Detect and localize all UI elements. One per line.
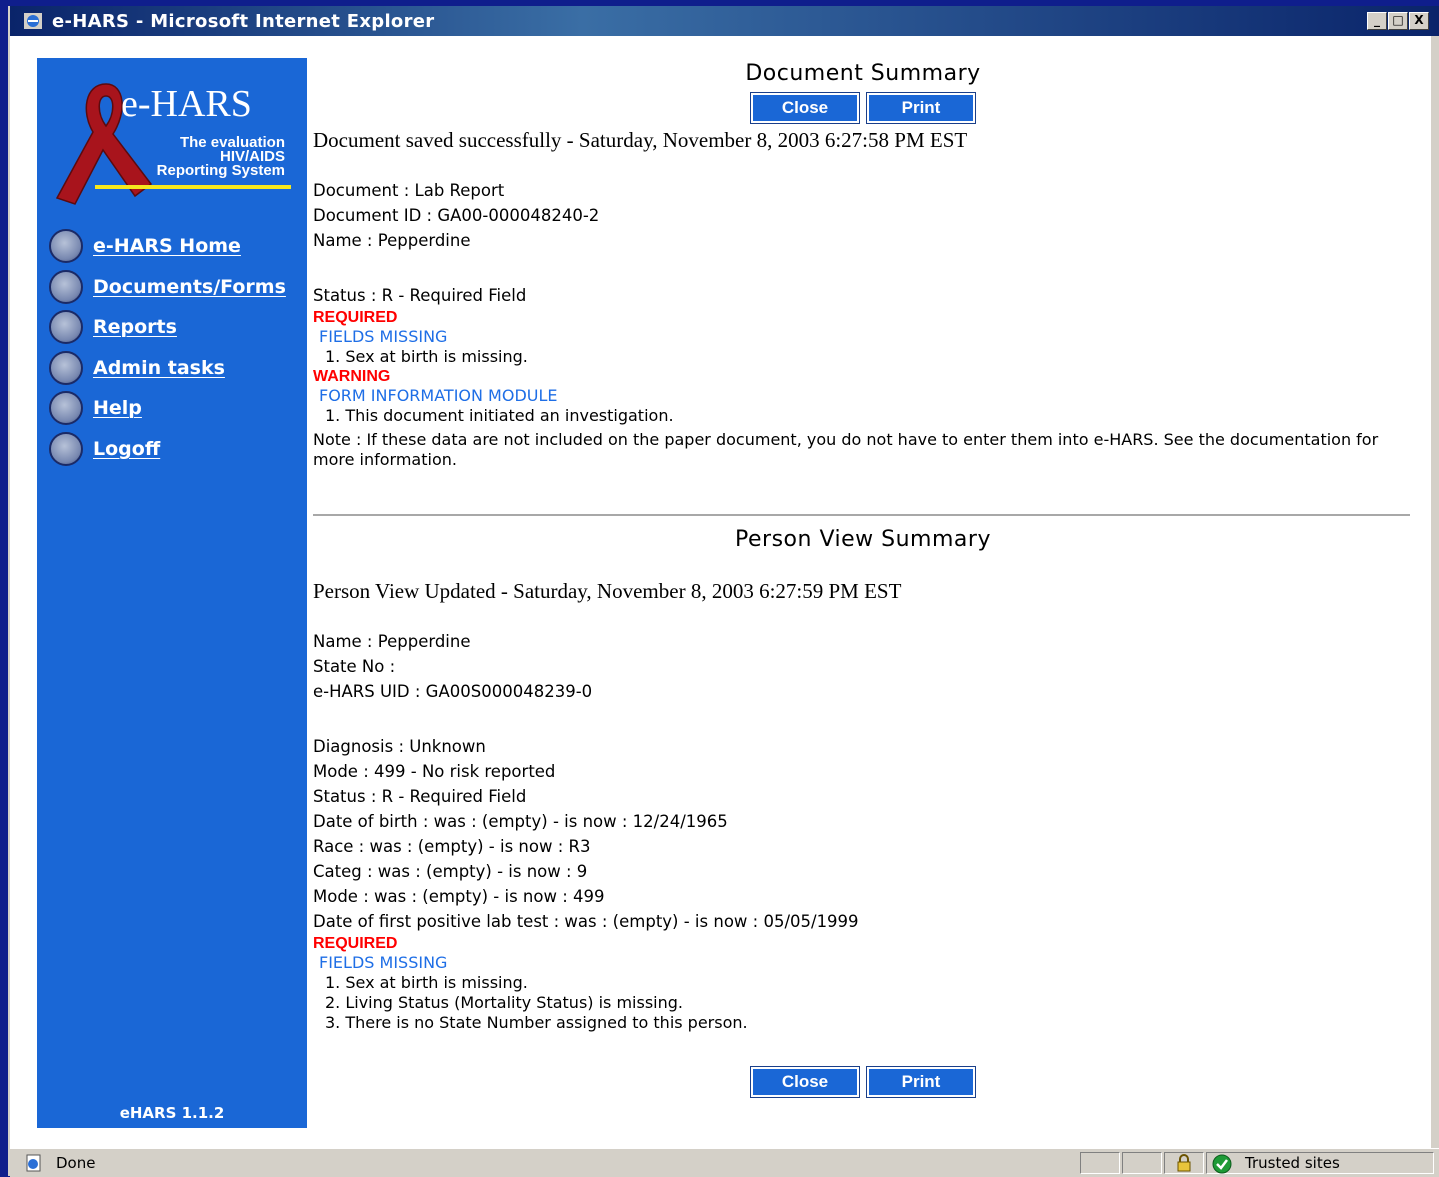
sidebar-item-label[interactable]: e-HARS Home <box>93 235 241 257</box>
document-type: Document : Lab Report <box>313 181 505 200</box>
ie-icon <box>24 13 42 29</box>
fields-missing-label: FIELDS MISSING <box>319 327 448 346</box>
radio-bullet-icon <box>49 269 83 304</box>
change-item: Mode : was : (empty) - is now : 499 <box>313 887 605 906</box>
radio-bullet-icon <box>49 391 83 426</box>
fields-missing-label: FIELDS MISSING <box>319 953 448 972</box>
status-pane <box>1080 1152 1120 1174</box>
security-zone-text: Trusted sites <box>1245 1154 1340 1172</box>
change-item: Date of birth : was : (empty) - is now :… <box>313 812 728 831</box>
ehars-uid: e-HARS UID : GA00S000048239-0 <box>313 682 593 701</box>
person-updated-message: Person View Updated - Saturday, November… <box>313 579 902 603</box>
print-button[interactable]: Print <box>867 93 975 123</box>
main-content: Document Summary Close Print Document sa… <box>313 58 1413 1097</box>
status-pane <box>1122 1152 1162 1174</box>
document-status: Status : R - Required Field <box>313 286 527 305</box>
list-item: 3. There is no State Number assigned to … <box>325 1013 748 1032</box>
document-name: Name : Pepperdine <box>313 231 471 250</box>
app-version: eHARS 1.1.2 <box>119 1104 225 1122</box>
person-summary-heading: Person View Summary <box>735 527 991 552</box>
sidebar-item-admin-tasks[interactable]: Admin tasks <box>49 348 286 389</box>
minimize-button[interactable]: _ <box>1367 12 1387 30</box>
title-bar: e-HARS - Microsoft Internet Explorer _ □… <box>10 6 1439 36</box>
sidebar-item-label[interactable]: Logoff <box>93 438 160 460</box>
sidebar-item-reports[interactable]: Reports <box>49 307 286 348</box>
print-button[interactable]: Print <box>867 1067 975 1097</box>
radio-bullet-icon <box>49 310 83 345</box>
logo-title: e-HARS <box>121 83 252 125</box>
form-information-label: FORM INFORMATION MODULE <box>319 386 558 405</box>
radio-bullet-icon <box>49 229 83 264</box>
document-summary-heading: Document Summary <box>745 61 981 86</box>
vertical-scrollbar[interactable] <box>1430 36 1439 1148</box>
browser-window: e-HARS - Microsoft Internet Explorer _ □… <box>8 6 1439 1177</box>
sidebar-item-label[interactable]: Admin tasks <box>93 357 225 379</box>
required-label: REQUIRED <box>313 935 398 952</box>
list-item: 1. Sex at birth is missing. <box>325 973 528 992</box>
bottom-button-row: Close Print <box>313 1067 1413 1097</box>
sidebar-item-label[interactable]: Reports <box>93 316 177 338</box>
change-item: Categ : was : (empty) - is now : 9 <box>313 862 588 881</box>
person-status: Status : R - Required Field <box>313 787 527 806</box>
trusted-check-icon <box>1212 1154 1232 1174</box>
page-icon <box>26 1154 41 1172</box>
page-viewport: e-HARS The evaluation HIV/AIDS Reporting… <box>10 36 1431 1148</box>
lock-icon <box>1177 1154 1191 1172</box>
state-number: State No : <box>313 657 396 676</box>
radio-bullet-icon <box>49 350 83 385</box>
warning-label: WARNING <box>313 368 391 385</box>
list-item: 1. This document initiated an investigat… <box>325 406 674 425</box>
window-title: e-HARS - Microsoft Internet Explorer <box>52 11 435 32</box>
logo-subtitle: The evaluation HIV/AIDS Reporting System <box>99 135 285 179</box>
document-id: Document ID : GA00-000048240-2 <box>313 206 600 225</box>
logo-underline <box>95 185 291 189</box>
close-button[interactable]: Close <box>751 1067 859 1097</box>
sidebar-nav: e-HARS Home Documents/Forms Reports Admi… <box>49 226 286 469</box>
person-name: Name : Pepperdine <box>313 632 471 651</box>
maximize-button[interactable]: □ <box>1388 12 1408 30</box>
sidebar-item-home[interactable]: e-HARS Home <box>49 226 286 267</box>
ehars-logo: e-HARS The evaluation HIV/AIDS Reporting… <box>51 78 291 208</box>
radio-bullet-icon <box>49 431 83 466</box>
close-window-button[interactable]: X <box>1409 12 1429 30</box>
change-item: Date of first positive lab test : was : … <box>313 912 859 931</box>
sidebar-item-logoff[interactable]: Logoff <box>49 429 286 470</box>
sidebar-item-help[interactable]: Help <box>49 388 286 429</box>
sidebar-item-label[interactable]: Help <box>93 397 142 419</box>
list-item: 1. Sex at birth is missing. <box>325 347 528 366</box>
sidebar-item-label[interactable]: Documents/Forms <box>93 276 286 298</box>
required-label: REQUIRED <box>313 309 398 326</box>
sidebar: e-HARS The evaluation HIV/AIDS Reporting… <box>37 58 307 1128</box>
mode: Mode : 499 - No risk reported <box>313 762 556 781</box>
document-saved-message: Document saved successfully - Saturday, … <box>313 128 968 152</box>
list-item: 2. Living Status (Mortality Status) is m… <box>325 993 683 1012</box>
top-button-row: Close Print <box>313 93 1413 123</box>
status-text: Done <box>56 1154 96 1172</box>
change-item: Race : was : (empty) - is now : R3 <box>313 837 591 856</box>
diagnosis: Diagnosis : Unknown <box>313 737 486 756</box>
section-divider <box>313 514 1410 516</box>
status-bar: Done Trusted sites <box>10 1148 1439 1177</box>
close-button[interactable]: Close <box>751 93 859 123</box>
sidebar-item-documents-forms[interactable]: Documents/Forms <box>49 267 286 308</box>
logo-subtitle-line: Reporting System <box>156 162 285 179</box>
note-text: Note : If these data are not included on… <box>313 430 1379 469</box>
